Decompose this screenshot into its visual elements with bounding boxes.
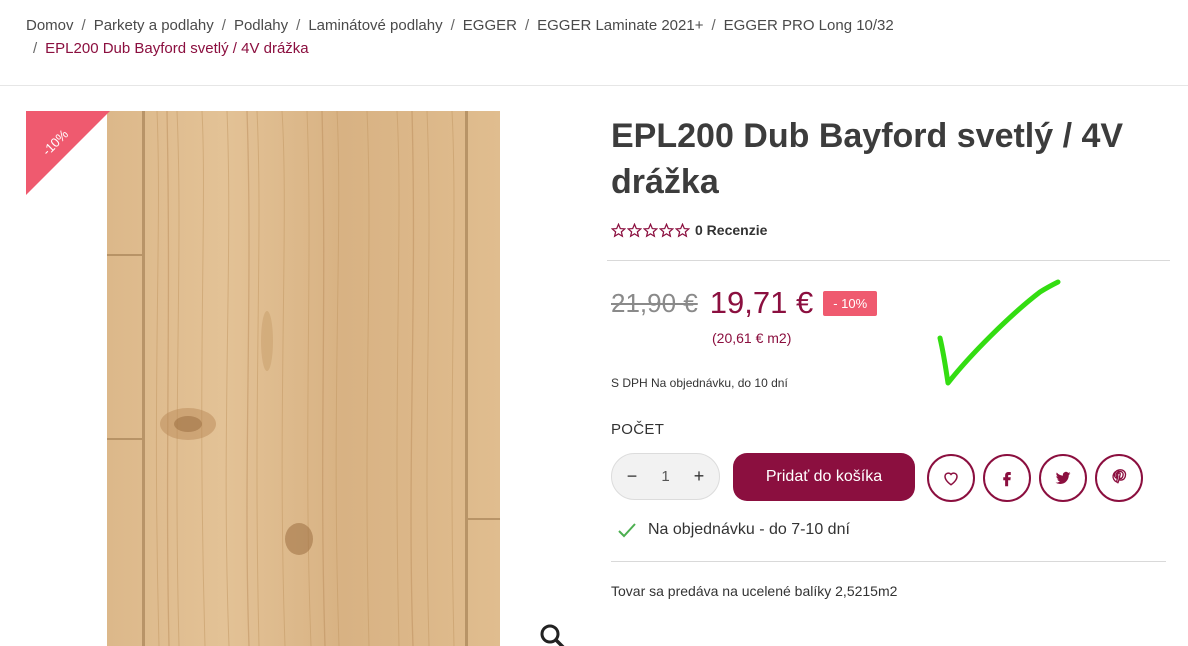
- breadcrumb-item-egger-laminate[interactable]: EGGER Laminate 2021+: [537, 17, 703, 34]
- product-image[interactable]: [107, 111, 500, 646]
- quantity-increase-button[interactable]: +: [692, 466, 706, 487]
- price-row: 21,90 € 19,71 € - 10%: [611, 285, 878, 321]
- discount-badge: - 10%: [823, 290, 878, 316]
- breadcrumb-item-laminatove[interactable]: Laminátové podlahy: [308, 17, 442, 34]
- discount-ribbon: -10%: [26, 111, 110, 195]
- star-icon: [627, 222, 642, 238]
- breadcrumb-separator: /: [33, 40, 38, 57]
- product-rating: 0 Recenzie: [611, 222, 767, 238]
- availability-status: Na objednávku - do 7-10 dní: [617, 520, 850, 540]
- annotation-check-mark: [937, 279, 1061, 386]
- product-title: EPL200 Dub Bayford svetlý / 4V drážka: [611, 117, 1124, 201]
- share-twitter-button[interactable]: [1039, 454, 1087, 502]
- tax-availability-note: S DPH Na objednávku, do 10 dní: [611, 376, 788, 390]
- rating-divider: [607, 260, 1170, 261]
- breadcrumb-separator: /: [450, 17, 455, 34]
- unit-price: (20,61 € m2): [712, 330, 792, 346]
- star-icon: [643, 222, 658, 238]
- breadcrumb-separator: /: [296, 17, 301, 34]
- breadcrumb-item-podlahy[interactable]: Podlahy: [234, 17, 288, 34]
- heart-icon: [944, 472, 958, 486]
- magnifier-icon[interactable]: [539, 623, 565, 646]
- quantity-input[interactable]: 1: [661, 468, 669, 485]
- pinterest-icon: [1112, 469, 1127, 484]
- star-icon: [675, 222, 690, 238]
- breadcrumb-item-parkety[interactable]: Parkety a podlahy: [94, 17, 214, 34]
- breadcrumb-item-home[interactable]: Domov: [26, 17, 74, 34]
- reviews-link[interactable]: 0 Recenzie: [695, 222, 767, 238]
- availability-divider: [611, 561, 1166, 562]
- share-pinterest-button[interactable]: [1095, 454, 1143, 502]
- discount-ribbon-label: -10%: [39, 126, 72, 159]
- package-note: Tovar sa predáva na ucelené balíky 2,521…: [611, 583, 898, 599]
- star-icon: [659, 222, 674, 238]
- breadcrumb-item-egger[interactable]: EGGER: [463, 17, 517, 34]
- breadcrumb-separator: /: [81, 17, 86, 34]
- breadcrumb: Domov / Parkety a podlahy / Podlahy / Lamináto…: [26, 14, 1166, 60]
- twitter-icon: [1055, 471, 1071, 484]
- share-facebook-button[interactable]: [983, 454, 1031, 502]
- add-to-cart-button[interactable]: Pridať do košíka: [733, 453, 915, 501]
- wood-floor-texture: [107, 111, 500, 646]
- product-gallery: -10%: [26, 111, 576, 646]
- facebook-icon: [1003, 472, 1011, 487]
- current-price: 19,71 €: [709, 285, 814, 320]
- star-icon: [611, 222, 626, 238]
- breadcrumb-separator: /: [711, 17, 716, 34]
- quantity-label: POČET: [611, 421, 665, 438]
- header-divider: [0, 85, 1188, 86]
- rating-stars[interactable]: [611, 222, 690, 238]
- quantity-stepper[interactable]: − 1 +: [611, 453, 720, 500]
- breadcrumb-separator: /: [221, 17, 226, 34]
- check-icon: [618, 523, 636, 538]
- availability-text: Na objednávku - do 7-10 dní: [648, 521, 850, 538]
- breadcrumb-item-egger-pro-long[interactable]: EGGER PRO Long 10/32: [724, 17, 894, 34]
- breadcrumb-row-2: / EPL200 Dub Bayford svetlý / 4V drážka: [26, 37, 1166, 60]
- breadcrumb-current: EPL200 Dub Bayford svetlý / 4V drážka: [45, 40, 309, 57]
- quantity-decrease-button[interactable]: −: [625, 466, 639, 487]
- old-price: 21,90 €: [611, 287, 698, 318]
- breadcrumb-row-1: Domov / Parkety a podlahy / Podlahy / Lamináto…: [26, 14, 1166, 37]
- wishlist-button[interactable]: [927, 454, 975, 502]
- breadcrumb-separator: /: [524, 17, 530, 34]
